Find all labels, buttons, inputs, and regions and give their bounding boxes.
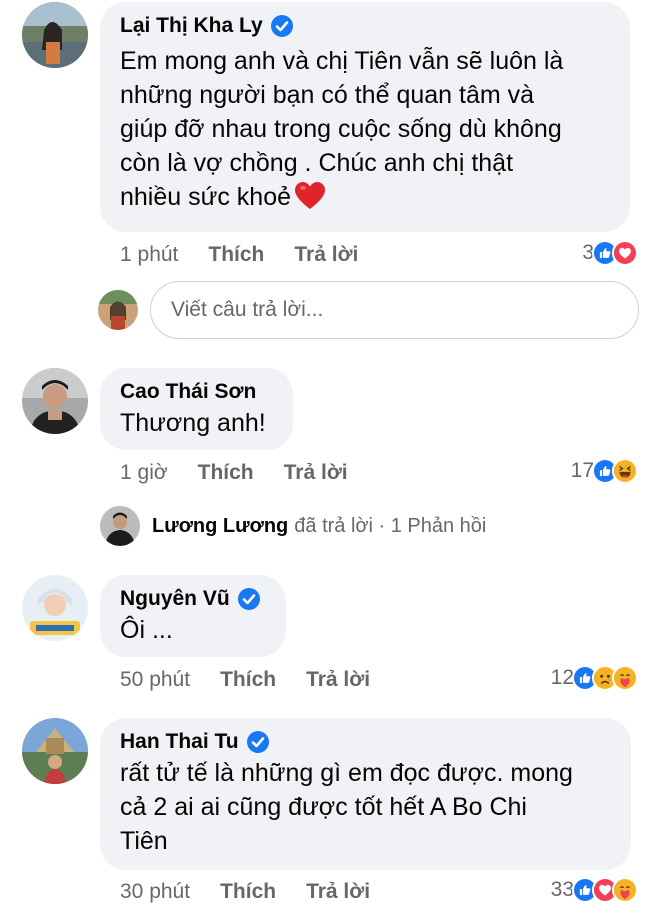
like-button[interactable]: Thích [220,668,276,692]
comment-text: Em mong anh và chị Tiên vẫn sẽ luôn là n… [120,47,564,211]
love-reaction-icon [612,240,638,266]
comment-author[interactable]: Nguyên Vũ [120,587,230,611]
reaction-summary[interactable]: 17 [571,458,638,484]
reply-input[interactable]: Viết câu trả lời... [150,281,639,339]
reply-button[interactable]: Trả lời [306,668,370,692]
reply-button[interactable]: Trả lời [294,243,358,267]
comment-bubble: Nguyên Vũ Ôi ... [100,575,286,657]
view-replies-link[interactable]: Lương Lương đã trả lời · 1 Phản hồi [100,506,486,546]
avatar [100,506,140,546]
verified-badge-icon [270,15,293,37]
verified-badge-icon [237,588,260,610]
comment-time[interactable]: 1 giờ [120,461,168,485]
care-reaction-icon [612,877,638,903]
comment-time[interactable]: 30 phút [120,880,190,904]
reaction-count: 12 [550,666,574,689]
comment-actions: 1 phút Thích Trả lời [120,243,388,267]
reply-input-placeholder: Viết câu trả lời... [171,298,324,321]
comment-bubble: Han Thai Tu rất tử tế là những gì em đọc… [100,718,631,870]
like-button[interactable]: Thích [208,243,264,267]
comment-bubble: Cao Thái Sơn Thương anh! [100,368,293,450]
reply-button[interactable]: Trả lời [306,880,370,904]
reply-button[interactable]: Trả lời [284,461,348,485]
comment-actions: 50 phút Thích Trả lời [120,668,400,692]
red-heart-emoji-icon [295,182,326,210]
comment-author[interactable]: Lại Thị Kha Ly [120,14,263,38]
reaction-count: 17 [570,459,594,482]
reaction-summary[interactable]: 3 [582,240,638,266]
comment-time[interactable]: 50 phút [120,668,190,692]
verified-badge-icon [246,731,269,753]
comment-time[interactable]: 1 phút [120,243,178,267]
comment-author[interactable]: Cao Thái Sơn [120,380,256,404]
comment-actions: 1 giờ Thích Trả lời [120,461,378,485]
avatar[interactable] [22,368,88,434]
comment-actions: 30 phút Thích Trả lời [120,880,400,904]
haha-reaction-icon [612,458,638,484]
reaction-summary[interactable]: 33 [551,877,638,903]
like-button[interactable]: Thích [220,880,276,904]
reply-author: Lương Lương [152,514,289,537]
comment-text: Thương anh! [120,409,266,437]
care-reaction-icon [612,665,638,691]
comment-author[interactable]: Han Thai Tu [120,730,239,754]
reaction-count: 33 [550,878,574,901]
reply-summary: đã trả lời · 1 Phản hồi [294,514,487,537]
avatar[interactable] [22,718,88,784]
current-user-avatar [98,290,138,330]
like-button[interactable]: Thích [198,461,254,485]
comment-text: rất tử tế là những gì em đọc được. mong … [120,759,573,855]
comment-text: Ôi ... [120,616,173,644]
comment-bubble: Lại Thị Kha Ly Em mong anh và chị Tiên v… [100,2,630,232]
reaction-summary[interactable]: 12 [551,665,638,691]
avatar[interactable] [22,575,88,641]
avatar[interactable] [22,2,88,68]
